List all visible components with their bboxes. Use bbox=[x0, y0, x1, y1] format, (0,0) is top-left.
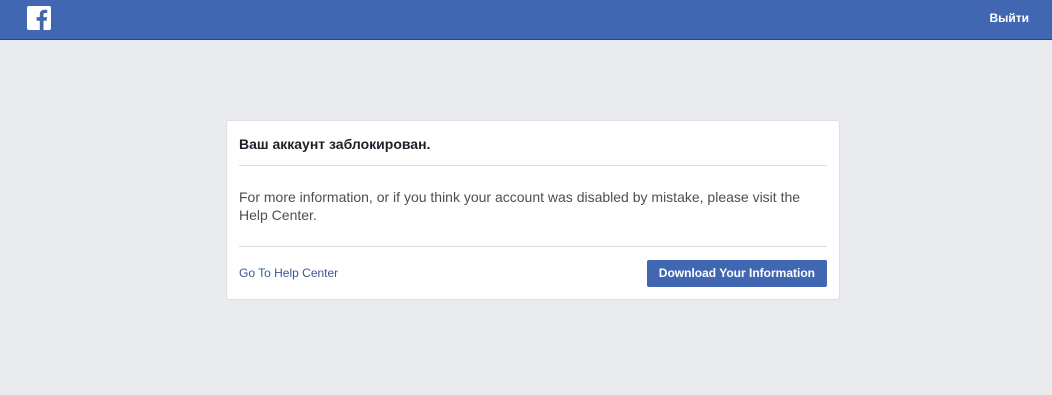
account-disabled-card: Ваш аккаунт заблокирован. For more infor… bbox=[226, 120, 840, 300]
download-information-button[interactable]: Download Your Information bbox=[646, 260, 827, 287]
help-center-link[interactable]: Go To Help Center bbox=[239, 266, 338, 280]
facebook-f-icon[interactable] bbox=[27, 6, 51, 30]
card-message: For more information, or if you think yo… bbox=[239, 189, 801, 223]
footer-divider bbox=[239, 246, 827, 247]
top-navigation-bar: Выйти bbox=[0, 0, 1052, 40]
title-divider bbox=[239, 165, 827, 166]
card-title: Ваш аккаунт заблокирован. bbox=[239, 136, 431, 152]
logout-link[interactable]: Выйти bbox=[989, 11, 1029, 25]
